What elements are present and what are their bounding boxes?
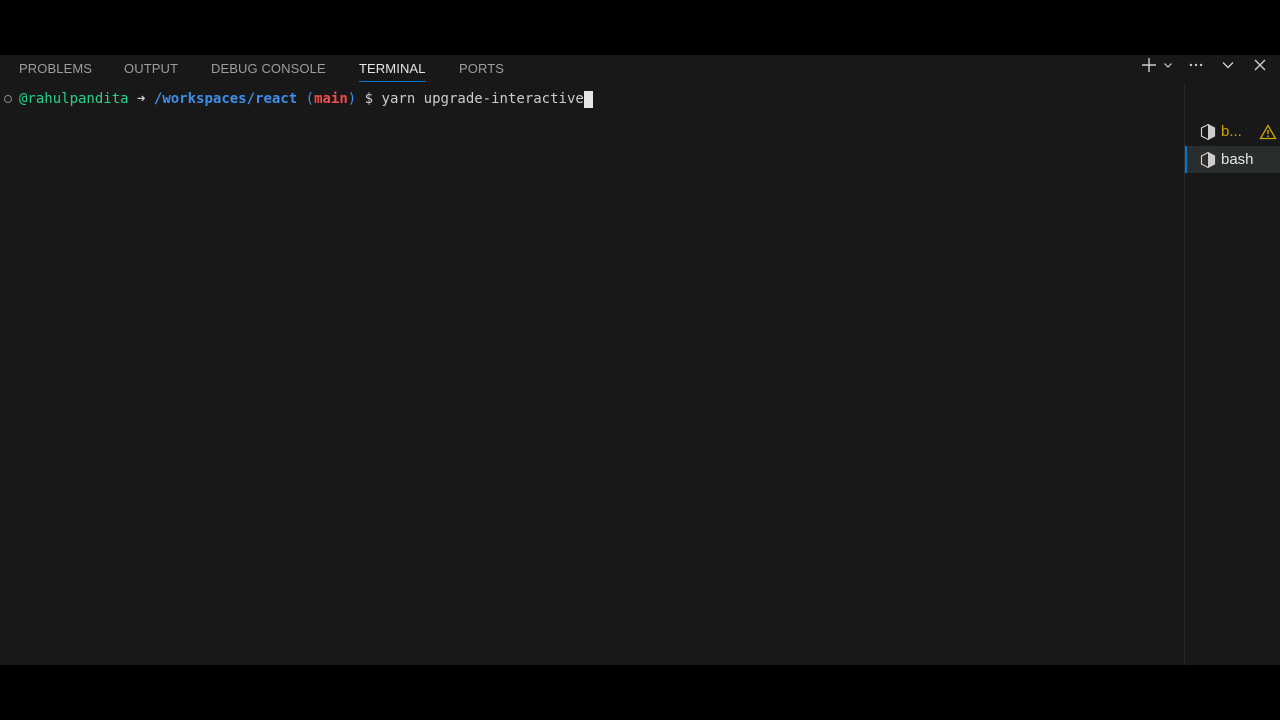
terminal-output[interactable]: @rahulpandita ➜ /workspaces/react ( main… [0, 85, 1184, 665]
tab-ports[interactable]: PORTS [459, 58, 504, 88]
terminal-tab-label: bash [1221, 151, 1254, 168]
typed-command: yarn upgrade-interactive [381, 91, 584, 107]
more-icon [1189, 63, 1203, 67]
plus-icon [1142, 58, 1156, 72]
chevron-down-icon [1222, 62, 1234, 69]
terminal-bash-icon [1200, 151, 1216, 168]
prompt-path: /workspaces/react [153, 91, 298, 107]
tab-problems[interactable]: PROBLEMS [19, 58, 92, 88]
terminal-bash-icon [1200, 123, 1216, 140]
close-panel-button[interactable] [1250, 55, 1270, 75]
maximize-panel-button[interactable] [1218, 55, 1238, 75]
terminal-tab-label: b... [1221, 123, 1242, 140]
prompt-paren-close: ) [347, 91, 357, 107]
tab-debug-console[interactable]: DEBUG CONSOLE [211, 58, 326, 88]
terminal-cursor [583, 90, 593, 108]
more-actions-button[interactable] [1186, 55, 1206, 75]
prompt-line: @rahulpandita ➜ /workspaces/react ( main… [4, 89, 593, 109]
prompt-paren-open: ( [305, 91, 315, 107]
terminal-panel: PROBLEMS OUTPUT DEBUG CONSOLE TERMINAL P… [0, 55, 1280, 665]
tab-terminal[interactable]: TERMINAL [359, 58, 426, 88]
close-icon [1254, 59, 1266, 71]
prompt-dollar: $ [364, 91, 374, 107]
prompt-user: @rahulpandita [19, 91, 129, 107]
warning-icon [1259, 123, 1277, 139]
new-terminal-button[interactable] [1139, 55, 1159, 75]
command-decoration-icon[interactable] [4, 95, 12, 103]
prompt-branch: main [314, 91, 348, 107]
terminal-tab-bash-warning[interactable]: b... [1185, 118, 1280, 145]
tab-output[interactable]: OUTPUT [124, 58, 178, 88]
chevron-down-icon [1164, 63, 1172, 68]
terminal-tab-bash[interactable]: bash [1185, 146, 1280, 173]
launch-profile-button[interactable] [1161, 55, 1175, 75]
panel-tab-bar: PROBLEMS OUTPUT DEBUG CONSOLE TERMINAL P… [0, 55, 1280, 85]
terminal-tabs-list: b... bash [1184, 85, 1280, 665]
prompt-arrow: ➜ [137, 91, 146, 107]
